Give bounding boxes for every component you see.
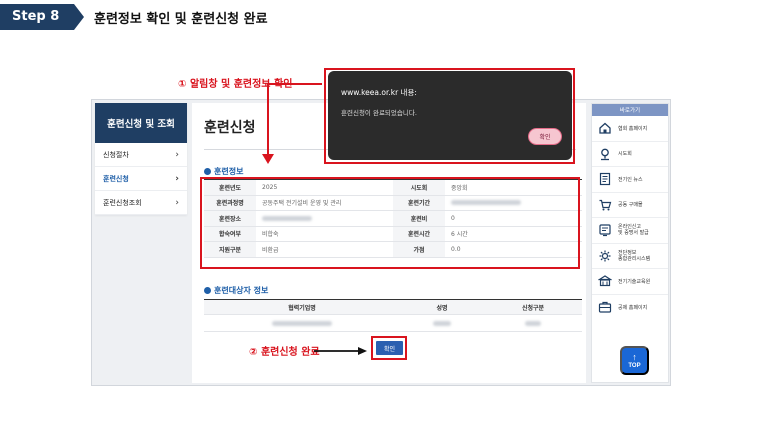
- arrow-down-icon: [262, 83, 322, 164]
